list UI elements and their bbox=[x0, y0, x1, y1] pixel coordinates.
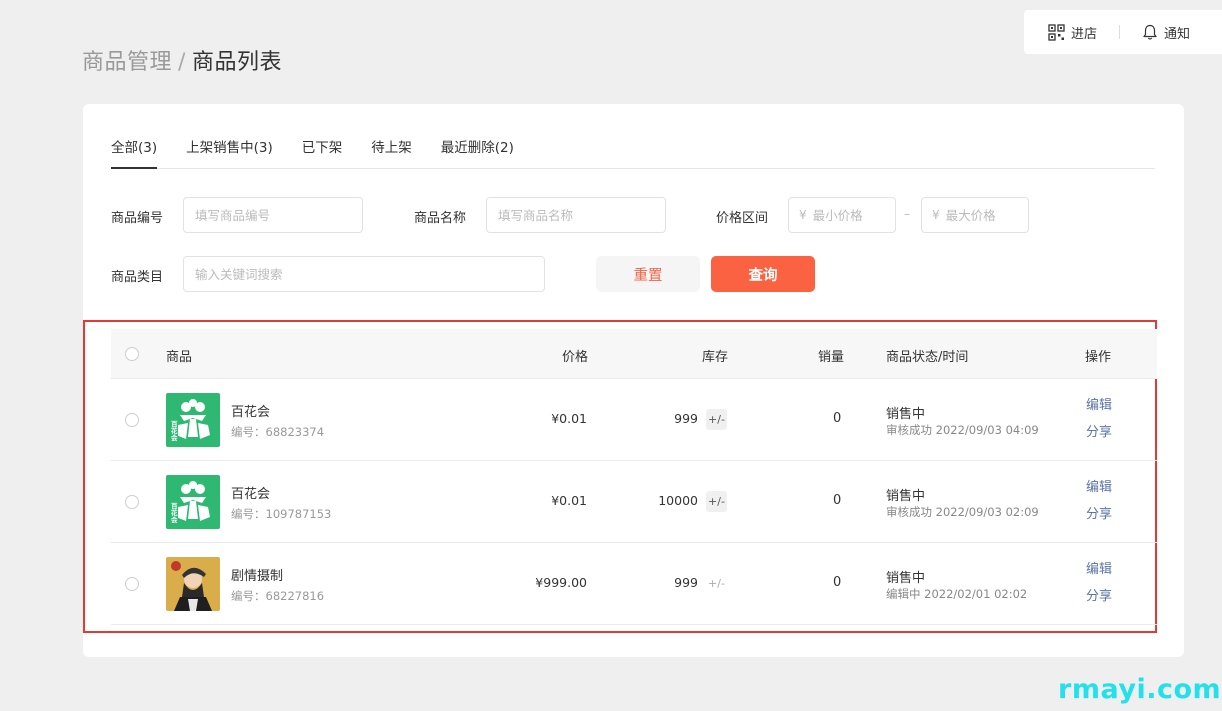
currency-symbol: ¥ bbox=[799, 208, 807, 222]
currency-symbol: ¥ bbox=[932, 208, 940, 222]
share-link[interactable]: 分享 bbox=[1086, 421, 1112, 440]
enter-store-button[interactable]: 进店 bbox=[1048, 23, 1097, 42]
tab-off-shelf[interactable]: 已下架 bbox=[302, 136, 343, 168]
edit-link[interactable]: 编辑 bbox=[1086, 558, 1112, 577]
row-select-radio[interactable] bbox=[125, 495, 139, 509]
person-photo-icon bbox=[166, 557, 220, 611]
tab-all[interactable]: 全部(3) bbox=[111, 136, 158, 169]
bell-icon bbox=[1143, 24, 1157, 40]
topbar-divider bbox=[1119, 25, 1121, 39]
product-code: 编号：109787153 bbox=[231, 507, 332, 521]
table-row: 百花会 百花会 编号：68823374 ¥0.01 999 +/- 0 销售中 … bbox=[111, 379, 1157, 461]
product-table-highlight: 商品 价格 库存 销量 商品状态/时间 操作 百 花 会 百花会 编号：6882… bbox=[83, 320, 1157, 633]
category-label: 商品类目 bbox=[111, 270, 164, 285]
product-sales: 0 bbox=[833, 493, 842, 508]
notification-label: 通知 bbox=[1164, 26, 1191, 42]
table-row: 百花会 百花会 编号：109787153 ¥0.01 10000 +/- 0 销… bbox=[111, 461, 1157, 543]
edit-link[interactable]: 编辑 bbox=[1086, 394, 1112, 413]
status-text: 销售中 bbox=[886, 407, 926, 422]
breadcrumb-separator: / bbox=[178, 50, 186, 75]
header-sales: 销量 bbox=[818, 350, 845, 365]
table-row: 剧情摄制 编号：68227816 ¥999.00 999 +/- 0 销售中 编… bbox=[111, 543, 1157, 625]
tab-recently-deleted[interactable]: 最近删除(2) bbox=[441, 136, 514, 168]
product-name[interactable]: 剧情摄制 bbox=[231, 565, 283, 584]
qr-code-icon bbox=[1048, 23, 1065, 41]
product-code-label: 商品编号 bbox=[111, 211, 164, 226]
price-range-label: 价格区间 bbox=[716, 211, 769, 226]
stock-adjust-button[interactable]: +/- bbox=[706, 409, 727, 430]
share-link[interactable]: 分享 bbox=[1086, 585, 1112, 604]
status-time: 审核成功 2022/09/03 04:09 bbox=[886, 423, 1039, 437]
header-ops: 操作 bbox=[1085, 350, 1112, 365]
watermark: rmayi.com bbox=[1058, 674, 1222, 705]
product-stock: 10000 bbox=[658, 493, 698, 508]
product-sales: 0 bbox=[833, 411, 842, 426]
product-price: ¥999.00 bbox=[535, 575, 587, 590]
row-select-radio[interactable] bbox=[125, 577, 139, 591]
product-thumbnail[interactable] bbox=[166, 557, 220, 611]
header-stock: 库存 bbox=[702, 350, 729, 365]
query-button[interactable]: 查询 bbox=[711, 256, 815, 292]
product-stock: 999 bbox=[674, 411, 698, 426]
status-text: 销售中 bbox=[886, 489, 926, 504]
svg-text:会: 会 bbox=[171, 433, 178, 442]
enter-store-label: 进店 bbox=[1071, 26, 1098, 42]
stock-adjust-button[interactable]: +/- bbox=[706, 573, 727, 594]
svg-text:会: 会 bbox=[171, 515, 178, 524]
product-price: ¥0.01 bbox=[551, 493, 587, 508]
header-price: 价格 bbox=[562, 350, 589, 365]
product-name-input[interactable] bbox=[486, 197, 666, 233]
row-select-radio[interactable] bbox=[125, 413, 139, 427]
top-action-bar: 进店 通知 bbox=[1024, 10, 1222, 54]
share-link[interactable]: 分享 bbox=[1086, 503, 1112, 522]
product-name-label: 商品名称 bbox=[414, 211, 467, 226]
reset-button[interactable]: 重置 bbox=[596, 256, 700, 292]
product-sales: 0 bbox=[833, 575, 842, 590]
product-stock: 999 bbox=[674, 575, 698, 590]
max-price-field[interactable]: ¥ bbox=[921, 197, 1029, 233]
product-table: 商品 价格 库存 销量 商品状态/时间 操作 百 花 会 百花会 编号：6882… bbox=[111, 329, 1157, 625]
product-code-input[interactable] bbox=[183, 197, 363, 233]
price-range-dash: – bbox=[904, 207, 910, 221]
min-price-input[interactable] bbox=[812, 207, 883, 223]
select-all-radio[interactable] bbox=[125, 347, 139, 361]
product-code: 编号：68823374 bbox=[231, 425, 325, 439]
header-product: 商品 bbox=[166, 350, 193, 365]
product-thumbnail[interactable]: 百花会 bbox=[166, 475, 220, 529]
min-price-field[interactable]: ¥ bbox=[788, 197, 896, 233]
tab-on-sale[interactable]: 上架销售中(3) bbox=[186, 136, 273, 168]
status-time: 审核成功 2022/09/03 02:09 bbox=[886, 505, 1039, 519]
edit-link[interactable]: 编辑 bbox=[1086, 476, 1112, 495]
baihuahui-logo-icon: 百花会 bbox=[166, 475, 220, 529]
status-text: 销售中 bbox=[886, 571, 926, 586]
breadcrumb: 商品管理 / 商品列表 bbox=[82, 44, 282, 76]
status-time: 编辑中 2022/02/01 02:02 bbox=[886, 587, 1028, 601]
header-status: 商品状态/时间 bbox=[886, 350, 969, 365]
status-tabs: 全部(3) 上架销售中(3) 已下架 待上架 最近删除(2) bbox=[111, 136, 1155, 169]
page-title: 商品列表 bbox=[191, 50, 282, 75]
notification-button[interactable]: 通知 bbox=[1142, 23, 1190, 42]
stock-adjust-button[interactable]: +/- bbox=[706, 491, 727, 512]
product-name[interactable]: 百花会 bbox=[231, 483, 270, 502]
tab-pending[interactable]: 待上架 bbox=[371, 136, 412, 168]
breadcrumb-parent[interactable]: 商品管理 bbox=[82, 50, 172, 75]
table-header: 商品 价格 库存 销量 商品状态/时间 操作 bbox=[111, 329, 1157, 379]
max-price-input[interactable] bbox=[945, 207, 1016, 223]
product-price: ¥0.01 bbox=[551, 411, 587, 426]
product-thumbnail[interactable]: 百花会 bbox=[166, 393, 220, 447]
baihuahui-logo-icon: 百花会 bbox=[166, 393, 220, 447]
category-search-input[interactable] bbox=[183, 256, 545, 292]
product-code: 编号：68227816 bbox=[231, 589, 325, 603]
product-name[interactable]: 百花会 bbox=[231, 401, 270, 420]
